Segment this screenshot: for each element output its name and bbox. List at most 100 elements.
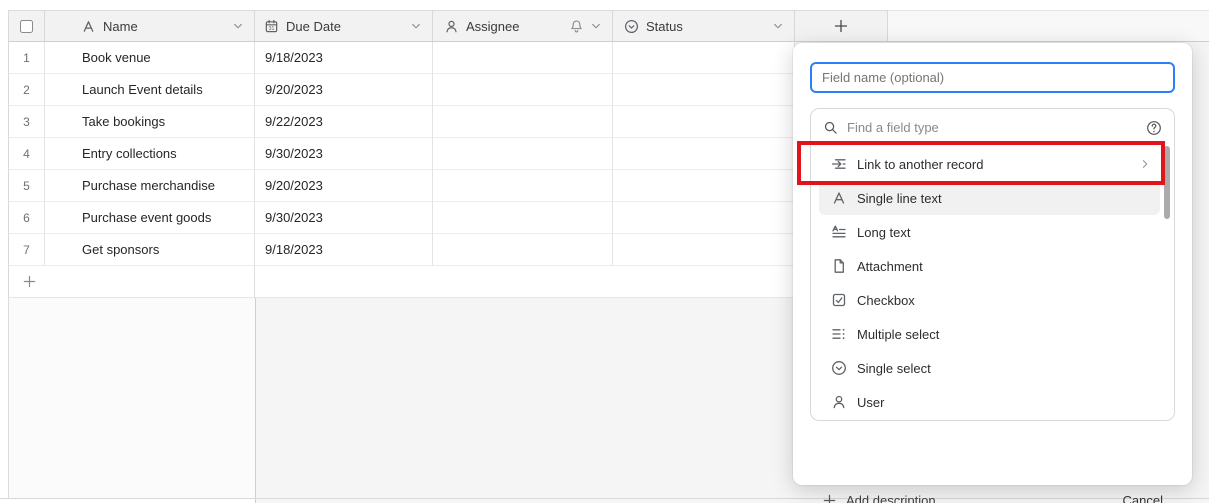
row-number[interactable]: 3 <box>8 106 45 138</box>
field-type-listbox: Link to another record Single line text … <box>810 108 1175 421</box>
chevron-down-icon[interactable] <box>771 19 785 33</box>
cell-due-date[interactable]: 9/20/2023 <box>255 74 433 106</box>
add-record-cell[interactable] <box>8 266 255 298</box>
field-type-option[interactable]: Single select <box>819 351 1160 385</box>
cell-name[interactable]: Get sponsors <box>45 234 255 266</box>
field-type-label: Checkbox <box>857 292 915 308</box>
select-all-checkbox[interactable] <box>20 19 33 33</box>
table-row: 4 Entry collections 9/30/2023 <box>8 138 795 170</box>
cell-assignee[interactable] <box>433 234 613 266</box>
table-row: 2 Launch Event details 9/20/2023 <box>8 74 795 106</box>
field-type-icon <box>831 394 847 410</box>
chevron-down-icon[interactable] <box>231 19 245 33</box>
cell-status[interactable] <box>613 234 795 266</box>
field-type-search-input[interactable] <box>847 120 1137 135</box>
bell-icon[interactable] <box>569 19 584 34</box>
field-type-icon <box>831 292 847 308</box>
chevron-down-icon[interactable] <box>589 19 603 33</box>
field-type-label: Single select <box>857 360 931 376</box>
select-all-cell[interactable] <box>8 10 45 42</box>
field-type-icon <box>831 190 847 206</box>
field-type-label: Attachment <box>857 258 923 274</box>
chevron-down-icon[interactable] <box>409 19 423 33</box>
field-type-icon <box>831 326 847 342</box>
column-label: Assignee <box>466 18 520 34</box>
column-header-due-date[interactable]: Due Date <box>255 10 433 42</box>
cell-status[interactable] <box>613 202 795 234</box>
cell-assignee[interactable] <box>433 202 613 234</box>
cell-assignee[interactable] <box>433 74 613 106</box>
field-type-option[interactable]: User <box>819 385 1160 419</box>
row-number[interactable]: 4 <box>8 138 45 170</box>
add-field-popup: Link to another record Single line text … <box>793 43 1192 503</box>
field-type-option[interactable]: Attachment <box>819 249 1160 283</box>
add-field-button[interactable] <box>795 10 888 42</box>
cancel-button[interactable]: Cancel <box>1123 493 1175 503</box>
cell-due-date[interactable]: 9/22/2023 <box>255 106 433 138</box>
field-type-option[interactable]: Checkbox <box>819 283 1160 317</box>
field-type-label: User <box>857 394 885 410</box>
row-number[interactable]: 6 <box>8 202 45 234</box>
chevron-right-icon <box>1138 157 1152 171</box>
cell-status[interactable] <box>613 170 795 202</box>
row-number[interactable]: 1 <box>8 42 45 74</box>
single-select-icon <box>624 19 639 34</box>
cell-assignee[interactable] <box>433 106 613 138</box>
field-type-option[interactable]: Single line text <box>819 181 1160 215</box>
help-icon[interactable] <box>1146 120 1162 136</box>
cell-name[interactable]: Purchase event goods <box>45 202 255 234</box>
column-header-name[interactable]: Name <box>45 10 255 42</box>
cell-due-date[interactable]: 9/20/2023 <box>255 170 433 202</box>
field-type-icon <box>831 360 847 376</box>
cell-assignee[interactable] <box>433 42 613 74</box>
table-row: 1 Book venue 9/18/2023 <box>8 42 795 74</box>
cell-assignee[interactable] <box>433 138 613 170</box>
column-label: Due Date <box>286 18 341 34</box>
search-icon <box>823 120 838 135</box>
plus-icon <box>22 274 37 289</box>
cell-due-date[interactable]: 9/30/2023 <box>255 202 433 234</box>
listbox-scrollbar-thumb[interactable] <box>1164 146 1170 219</box>
field-type-search-row <box>811 109 1174 146</box>
row-number[interactable]: 7 <box>8 234 45 266</box>
column-label: Name <box>103 18 138 34</box>
grid-background-below-left <box>8 298 255 498</box>
grid-view: Name Due Date Assignee Status 1 Book ven… <box>0 0 1209 503</box>
table-row: 7 Get sponsors 9/18/2023 <box>8 234 795 266</box>
cell-name[interactable]: Take bookings <box>45 106 255 138</box>
field-name-input[interactable] <box>810 62 1175 93</box>
row-number[interactable]: 5 <box>8 170 45 202</box>
field-type-icon <box>831 224 847 240</box>
cell-status[interactable] <box>613 42 795 74</box>
add-record-row-wrap <box>8 266 795 298</box>
record-rows: 1 Book venue 9/18/2023 2 Launch Event de… <box>8 42 795 266</box>
add-description-button[interactable]: Add description <box>810 493 936 503</box>
column-header-assignee[interactable]: Assignee <box>433 10 613 42</box>
add-record-row[interactable] <box>8 266 795 298</box>
calendar-icon <box>264 19 279 34</box>
cell-due-date[interactable]: 9/18/2023 <box>255 234 433 266</box>
cell-due-date[interactable]: 9/18/2023 <box>255 42 433 74</box>
column-header-status[interactable]: Status <box>613 10 795 42</box>
cell-name[interactable]: Launch Event details <box>45 74 255 106</box>
field-type-option[interactable]: Link to another record <box>819 147 1160 181</box>
cell-name[interactable]: Purchase merchandise <box>45 170 255 202</box>
field-type-option[interactable]: Multiple select <box>819 317 1160 351</box>
field-type-option[interactable]: Long text <box>819 215 1160 249</box>
grid-header: Name Due Date Assignee Status <box>8 10 1209 42</box>
header-filler <box>888 10 1209 42</box>
text-field-icon <box>81 19 96 34</box>
cell-status[interactable] <box>613 138 795 170</box>
table-row: 5 Purchase merchandise 9/20/2023 <box>8 170 795 202</box>
cell-name[interactable]: Entry collections <box>45 138 255 170</box>
field-type-label: Multiple select <box>857 326 940 342</box>
cell-status[interactable] <box>613 106 795 138</box>
row-number[interactable]: 2 <box>8 74 45 106</box>
field-type-label: Single line text <box>857 190 942 206</box>
cell-status[interactable] <box>613 74 795 106</box>
cell-name[interactable]: Book venue <box>45 42 255 74</box>
add-description-label: Add description <box>846 492 936 503</box>
cell-assignee[interactable] <box>433 170 613 202</box>
column-label: Status <box>646 18 683 34</box>
cell-due-date[interactable]: 9/30/2023 <box>255 138 433 170</box>
